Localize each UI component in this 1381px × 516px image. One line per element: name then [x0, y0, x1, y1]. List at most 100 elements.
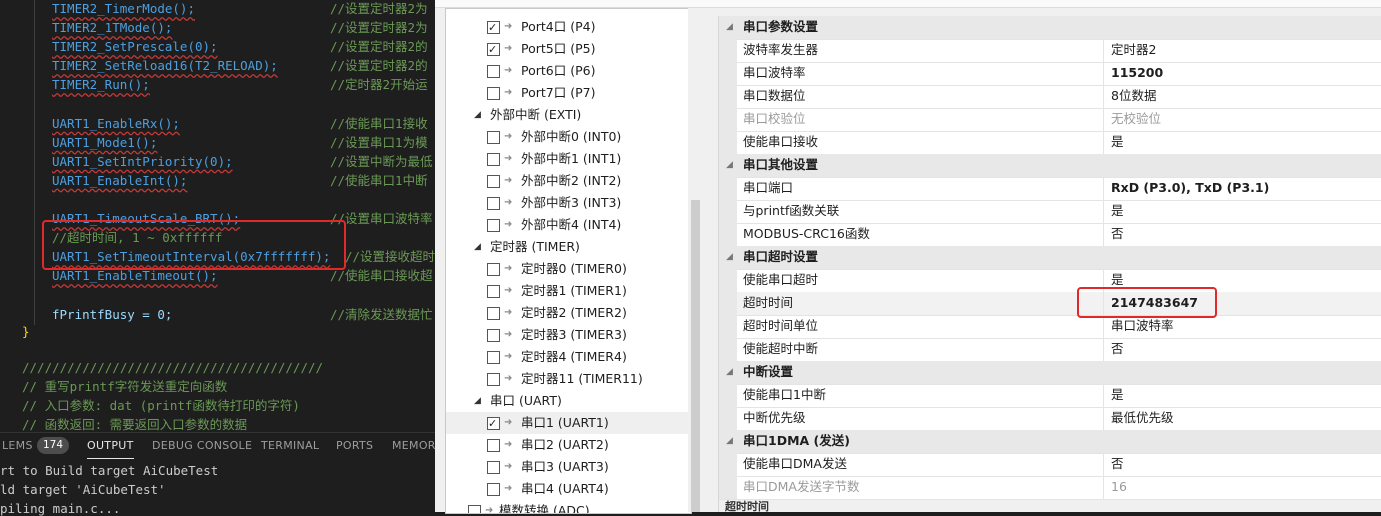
property-category[interactable]: ◢ 中断设置: [719, 361, 1381, 385]
property-value[interactable]: 串口波特率: [1111, 315, 1174, 337]
tree-checkbox[interactable]: [487, 219, 500, 232]
code-editor[interactable]: TIMER2_TimerMode();//设置定时器2为 TIMER2_1TMod…: [0, 0, 435, 432]
tree-checkbox[interactable]: [487, 197, 500, 210]
property-row[interactable]: 使能串口接收 是: [719, 131, 1381, 155]
tree-scrollbar-thumb[interactable]: [691, 200, 700, 512]
code-line[interactable]: TIMER2_SetReload16(T2_RELOAD); //设置定时器2的: [0, 56, 435, 75]
peripheral-tree[interactable]: ➜ Port4口 (P4) ➜ Port5口 (P5) ➜ Port6口 (P6) ➜ Por…: [445, 8, 692, 514]
code-line[interactable]: [0, 286, 435, 305]
property-value[interactable]: 是: [1111, 200, 1124, 222]
property-category[interactable]: ◢ 串口其他设置: [719, 154, 1381, 178]
expand-icon[interactable]: ◢: [474, 236, 481, 258]
property-row[interactable]: 中断优先级 最低优先级: [719, 407, 1381, 431]
code-line[interactable]: fPrintfBusy = 0; //清除发送数据忙: [0, 305, 435, 324]
tree-item[interactable]: ➜ 定时器11 (TIMER11): [446, 368, 691, 390]
tree-item[interactable]: ➜ Port6口 (P6): [446, 60, 691, 82]
tree-item[interactable]: ➜ 定时器0 (TIMER0): [446, 258, 691, 280]
property-value[interactable]: 定时器2: [1111, 39, 1156, 61]
tree-checkbox[interactable]: [487, 329, 500, 342]
column-divider[interactable]: [1103, 108, 1104, 131]
property-value[interactable]: 115200: [1111, 62, 1163, 84]
property-row[interactable]: 与printf函数关联 是: [719, 200, 1381, 224]
tree-checkbox[interactable]: [487, 351, 500, 364]
tree-checkbox[interactable]: [487, 175, 500, 188]
tree-item[interactable]: ➜ Port7口 (P7): [446, 82, 691, 104]
tree-item[interactable]: ➜ 串口2 (UART2): [446, 434, 691, 456]
property-row[interactable]: 使能超时中断 否: [719, 338, 1381, 362]
tree-item[interactable]: ➜ 外部中断3 (INT3): [446, 192, 691, 214]
property-row[interactable]: 超时时间 2147483647: [719, 292, 1381, 316]
tab-debug-console[interactable]: DEBUG CONSOLE: [152, 439, 252, 452]
collapse-icon[interactable]: ◢: [726, 430, 733, 452]
property-value[interactable]: RxD (P3.0), TxD (P3.1): [1111, 177, 1269, 199]
collapse-icon[interactable]: ◢: [726, 154, 733, 176]
tree-item[interactable]: ➜ 外部中断0 (INT0): [446, 126, 691, 148]
column-divider[interactable]: [1103, 62, 1104, 85]
column-divider[interactable]: [1103, 476, 1104, 499]
column-divider[interactable]: [1103, 39, 1104, 62]
collapse-icon[interactable]: ◢: [726, 361, 733, 383]
property-row[interactable]: 使能串口DMA发送 否: [719, 453, 1381, 477]
tree-checkbox[interactable]: [487, 285, 500, 298]
tree-checkbox[interactable]: [487, 17, 500, 39]
property-value[interactable]: 否: [1111, 223, 1124, 245]
expand-icon[interactable]: ◢: [474, 390, 481, 412]
property-row[interactable]: 使能串口超时是: [719, 269, 1381, 293]
tree-checkbox[interactable]: [487, 39, 500, 61]
property-row[interactable]: 使能串口1中断 是: [719, 384, 1381, 408]
tree-checkbox[interactable]: [487, 263, 500, 276]
column-divider[interactable]: [1103, 223, 1104, 246]
code-line[interactable]: TIMER2_Run(); //定时器2开始运: [0, 75, 435, 94]
code-line[interactable]: TIMER2_SetPrescale(0); //设置定时器2的: [0, 37, 435, 56]
tree-item[interactable]: ➜ 串口3 (UART3): [446, 456, 691, 478]
property-row[interactable]: 串口端口 RxD (P3.0), TxD (P3.1): [719, 177, 1381, 201]
tree-checkbox[interactable]: [468, 505, 481, 513]
tree-item[interactable]: ➜ 外部中断4 (INT4): [446, 214, 691, 236]
tree-item[interactable]: ◢ 外部中断 (EXTI): [446, 104, 691, 126]
tree-checkbox[interactable]: [487, 153, 500, 166]
tree-checkbox[interactable]: [487, 461, 500, 474]
tree-checkbox[interactable]: [487, 87, 500, 100]
tree-item[interactable]: ➜ Port5口 (P5): [446, 38, 691, 61]
column-divider[interactable]: [1103, 200, 1104, 223]
tree-checkbox[interactable]: [487, 373, 500, 386]
property-row[interactable]: 串口波特率 115200: [719, 62, 1381, 86]
code-line[interactable]: UART1_Mode1(); //设置串口1为模: [0, 133, 435, 152]
tree-checkbox[interactable]: [487, 413, 500, 435]
tree-item[interactable]: ➜ 定时器3 (TIMER3): [446, 324, 691, 346]
code-line[interactable]: [0, 95, 435, 114]
property-value[interactable]: 16: [1111, 476, 1127, 498]
tab-ports[interactable]: PORTS: [336, 439, 373, 452]
tree-item[interactable]: ➜ Port4口 (P4): [446, 16, 691, 39]
column-divider[interactable]: [1103, 315, 1104, 338]
column-divider[interactable]: [1103, 131, 1104, 154]
tree-item[interactable]: ➜ 外部中断2 (INT2): [446, 170, 691, 192]
tree-item[interactable]: ➜ 串口1 (UART1): [446, 412, 691, 435]
property-category[interactable]: ◢ 串口超时设置: [719, 246, 1381, 270]
tree-checkbox[interactable]: [487, 65, 500, 78]
collapse-icon[interactable]: ◢: [726, 16, 733, 38]
tab-memory[interactable]: MEMOR: [392, 439, 436, 452]
property-row[interactable]: 串口校验位 无校验位: [719, 108, 1381, 132]
tab-output[interactable]: OUTPUT: [87, 439, 134, 459]
expand-icon[interactable]: ◢: [474, 104, 481, 126]
property-row[interactable]: 超时时间单位 串口波特率: [719, 315, 1381, 339]
property-row[interactable]: MODBUS-CRC16函数 否: [719, 223, 1381, 247]
tree-item[interactable]: ➜ 定时器1 (TIMER1): [446, 280, 691, 302]
column-divider[interactable]: [1103, 177, 1104, 200]
tree-item[interactable]: ◢ 串口 (UART): [446, 390, 691, 412]
property-value[interactable]: 否: [1111, 338, 1124, 360]
property-value[interactable]: 8位数据: [1111, 85, 1156, 107]
property-category[interactable]: ◢ 串口参数设置: [719, 16, 1381, 40]
property-row[interactable]: 串口数据位 8位数据: [719, 85, 1381, 109]
property-value[interactable]: 最低优先级: [1111, 407, 1174, 429]
code-line[interactable]: UART1_EnableInt(); //使能串口1中断: [0, 171, 435, 190]
code-line[interactable]: TIMER2_TimerMode(); //设置定时器2为: [0, 0, 435, 18]
code-line[interactable]: TIMER2_1TMode(); //设置定时器2为: [0, 18, 435, 37]
tree-item[interactable]: ➜ 定时器2 (TIMER2): [446, 302, 691, 324]
column-divider[interactable]: [1103, 85, 1104, 108]
tree-item[interactable]: ➜ 定时器4 (TIMER4): [446, 346, 691, 368]
column-divider[interactable]: [1103, 384, 1104, 407]
tree-checkbox[interactable]: [487, 483, 500, 496]
property-value[interactable]: 是: [1111, 131, 1124, 153]
